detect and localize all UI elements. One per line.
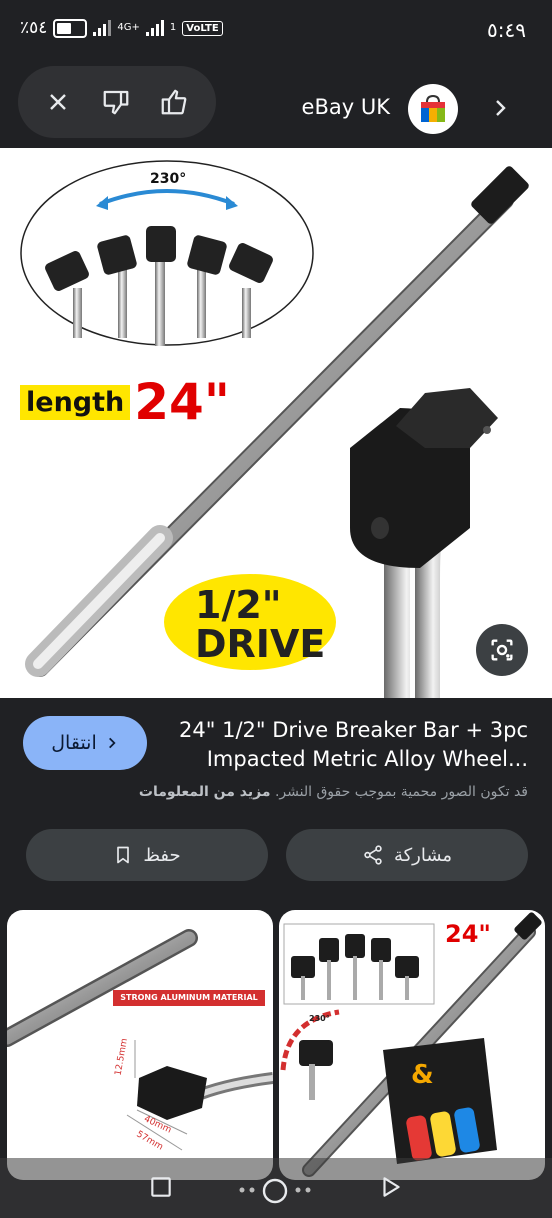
status-bar: ٪٥٤ 4G+ 1 VoLTE ٥:٤٩ bbox=[0, 0, 552, 64]
chevron-right-icon[interactable] bbox=[488, 96, 512, 120]
site-logo-icon[interactable] bbox=[408, 84, 458, 134]
visit-button[interactable]: انتقال bbox=[23, 716, 147, 770]
site-name[interactable]: eBay UK bbox=[302, 95, 390, 119]
system-nav-bar bbox=[0, 1158, 552, 1218]
sim-number: 1 bbox=[169, 22, 177, 33]
close-icon bbox=[50, 94, 66, 110]
close-button[interactable] bbox=[40, 84, 76, 120]
battery-icon bbox=[53, 18, 88, 38]
material-banner: STRONG ALUMINUM MATERIAL bbox=[120, 993, 258, 1002]
result-title[interactable]: 24" 1/2" Drive Breaker Bar + 3pc Impacte… bbox=[158, 716, 528, 774]
thumb-angle-label: 230° bbox=[309, 1014, 330, 1023]
thumb-ampersand: & bbox=[411, 1060, 434, 1090]
visit-label: انتقال bbox=[51, 732, 97, 754]
dislike-button[interactable] bbox=[98, 84, 134, 120]
page-dots-right bbox=[295, 1187, 311, 1193]
feedback-pill bbox=[18, 66, 216, 138]
save-label: حفظ bbox=[143, 844, 181, 866]
like-button[interactable] bbox=[156, 84, 192, 120]
hero-length-word: length bbox=[20, 384, 131, 420]
title-line-1: 24" 1/2" Drive Breaker Bar + 3pc bbox=[179, 718, 528, 742]
copyright-notice: قد تكون الصور محمية بموجب حقوق النشر. مز… bbox=[139, 784, 528, 800]
title-line-2: Impacted Metric Alloy Wheel... bbox=[206, 747, 528, 771]
battery-percent: ٪٥٤ bbox=[20, 18, 48, 38]
home-icon[interactable] bbox=[260, 1176, 290, 1206]
hero-angle-label: 230° bbox=[150, 171, 187, 187]
save-button[interactable]: حفظ bbox=[26, 829, 268, 881]
more-info-link[interactable]: مزيد من المعلومات bbox=[139, 784, 271, 800]
product-image[interactable]: 230° length 24" 1/2" DRIVE bbox=[0, 148, 552, 698]
chevron-right-icon bbox=[108, 737, 116, 749]
notice-text: قد تكون الصور محمية بموجب حقوق النشر. bbox=[274, 784, 528, 800]
status-icons: ٪٥٤ 4G+ 1 VoLTE bbox=[20, 18, 223, 38]
bookmark-icon bbox=[117, 846, 130, 864]
lens-camera-icon bbox=[491, 639, 513, 661]
share-label: مشاركة bbox=[393, 844, 453, 866]
share-icon bbox=[364, 845, 382, 865]
hero-length-value: 24" bbox=[134, 373, 230, 431]
hero-length-badge: length 24" bbox=[20, 373, 230, 431]
thumbs-up-icon bbox=[161, 89, 187, 115]
related-image-right[interactable]: 24" 230° & bbox=[279, 910, 545, 1180]
shopping-bag-icon bbox=[421, 94, 445, 122]
lens-search-button[interactable] bbox=[476, 624, 528, 676]
back-icon[interactable] bbox=[378, 1174, 404, 1200]
hero-drive-word: DRIVE bbox=[195, 622, 326, 666]
hero-drive-size: 1/2" bbox=[195, 583, 282, 627]
signal-icon bbox=[93, 20, 112, 36]
signal-icon-2 bbox=[145, 20, 164, 36]
page-dots-left bbox=[239, 1187, 255, 1193]
volte-badge: VoLTE bbox=[182, 20, 223, 36]
network-type: 4G+ bbox=[117, 22, 140, 33]
status-time: ٥:٤٩ bbox=[487, 18, 526, 42]
thumbs-down-icon bbox=[103, 90, 129, 115]
share-button[interactable]: مشاركة bbox=[286, 829, 528, 881]
thumb-length-value: 24" bbox=[445, 920, 491, 948]
related-image-left[interactable]: STRONG ALUMINUM MATERIAL 12.5mm 40mm 57m… bbox=[7, 910, 273, 1180]
recents-icon[interactable] bbox=[148, 1174, 174, 1200]
